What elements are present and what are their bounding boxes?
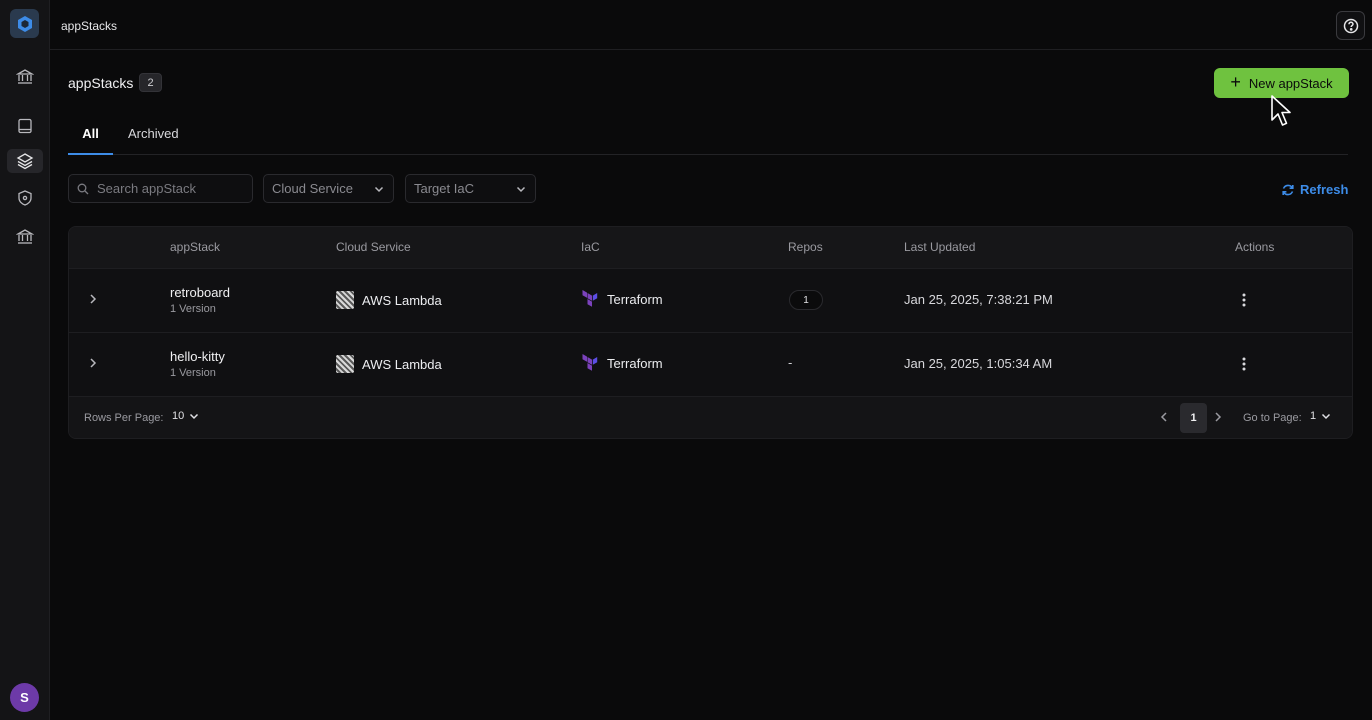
table-header: appStack Cloud Service IaC Repos Last Up…: [69, 227, 1352, 269]
expand-row-button[interactable]: [85, 291, 101, 307]
cloud-service-filter-label: Cloud Service: [272, 181, 353, 196]
page-title: appStacks: [68, 75, 134, 91]
row-actions-button[interactable]: [1235, 291, 1253, 309]
terraform-icon: [582, 354, 598, 371]
chevron-down-icon: [190, 413, 199, 420]
last-updated: Jan 25, 2025, 1:05:34 AM: [904, 356, 1053, 371]
appstack-version: 1 Version: [170, 303, 216, 315]
chevron-right-icon: [90, 294, 97, 304]
cloud-service-cell: AWS Lambda: [336, 355, 442, 373]
terraform-icon: [582, 290, 598, 307]
chevron-right-icon: [90, 358, 97, 368]
help-button[interactable]: [1336, 11, 1365, 40]
chevron-down-icon: [374, 186, 384, 192]
cloud-service-name: AWS Lambda: [362, 292, 442, 308]
top-bar: appStacks: [50, 0, 1372, 50]
tab-bar: All Archived: [68, 126, 1348, 155]
rows-per-page-value: 10: [172, 410, 185, 422]
go-to-page-value: 1: [1310, 410, 1317, 422]
column-header-last-updated[interactable]: Last Updated: [904, 240, 975, 254]
table-row[interactable]: retroboard 1 Version AWS Lambda Terrafor…: [69, 269, 1352, 333]
appstack-name[interactable]: hello-kitty: [170, 349, 225, 364]
search-input[interactable]: [97, 181, 247, 196]
count-badge: 2: [139, 73, 162, 92]
sidebar: S: [0, 0, 50, 720]
tab-archived[interactable]: Archived: [128, 126, 179, 155]
help-icon: [1343, 18, 1358, 33]
sidebar-item-book[interactable]: [13, 114, 37, 138]
mouse-pointer-icon: [1271, 95, 1291, 126]
appstack-name[interactable]: retroboard: [170, 285, 230, 300]
go-to-page-label: Go to Page:: [1243, 412, 1302, 424]
new-appstack-label: New appStack: [1248, 75, 1333, 91]
previous-page-button[interactable]: [1156, 408, 1172, 426]
refresh-label: Refresh: [1300, 182, 1349, 197]
sidebar-item-security[interactable]: [13, 186, 37, 210]
target-iac-filter[interactable]: Target IaC: [405, 174, 536, 203]
chevron-down-icon: [1322, 413, 1331, 420]
column-header-iac[interactable]: IaC: [581, 240, 600, 254]
chevron-left-icon: [1160, 412, 1167, 422]
chevron-down-icon: [516, 186, 526, 192]
tab-all[interactable]: All: [68, 126, 113, 155]
target-iac-filter-label: Target IaC: [414, 181, 474, 196]
search-icon: [77, 183, 89, 194]
next-page-button[interactable]: [1210, 408, 1226, 426]
column-header-actions: Actions: [1235, 240, 1275, 254]
aws-lambda-icon: [336, 291, 354, 309]
column-header-appstack[interactable]: appStack: [170, 240, 220, 254]
repos-count-badge[interactable]: 1: [789, 290, 823, 310]
appstack-table: appStack Cloud Service IaC Repos Last Up…: [68, 226, 1353, 439]
iac-cell: Terraform: [581, 354, 663, 372]
chevron-right-icon: [1215, 412, 1222, 422]
logo-icon: [17, 15, 32, 32]
kebab-icon: [1242, 293, 1246, 307]
cloud-service-name: AWS Lambda: [362, 356, 442, 372]
bank-icon: [16, 229, 34, 244]
row-actions-button[interactable]: [1235, 355, 1253, 373]
sidebar-item-appstacks[interactable]: [7, 149, 43, 173]
last-updated: Jan 25, 2025, 7:38:21 PM: [904, 292, 1053, 307]
repos-count: -: [788, 355, 793, 370]
page-number-button[interactable]: 1: [1180, 403, 1207, 433]
table-footer: Rows Per Page: 10 1 Go to Page: 1: [69, 397, 1352, 438]
sidebar-item-bank-2[interactable]: [13, 225, 37, 249]
layers-icon: [16, 153, 34, 170]
kebab-icon: [1242, 357, 1246, 371]
iac-cell: Terraform: [581, 290, 663, 308]
cloud-service-cell: AWS Lambda: [336, 291, 442, 309]
table-row[interactable]: hello-kitty 1 Version AWS Lambda Terrafo…: [69, 333, 1352, 397]
go-to-page-select[interactable]: 1: [1310, 410, 1332, 422]
iac-name: Terraform: [607, 355, 663, 371]
breadcrumb: appStacks: [61, 19, 118, 33]
appstack-version: 1 Version: [170, 367, 216, 379]
user-avatar[interactable]: S: [10, 683, 39, 712]
expand-row-button[interactable]: [85, 355, 101, 371]
sidebar-item-bank[interactable]: [13, 65, 37, 89]
column-header-repos[interactable]: Repos: [788, 240, 823, 254]
iac-name: Terraform: [607, 291, 663, 307]
rows-per-page-select[interactable]: 10: [172, 410, 200, 422]
bank-icon: [16, 69, 34, 84]
column-header-cloud-service[interactable]: Cloud Service: [336, 240, 411, 254]
cloud-service-filter[interactable]: Cloud Service: [263, 174, 394, 203]
rows-per-page-label: Rows Per Page:: [84, 412, 164, 424]
shield-icon: [18, 190, 32, 206]
app-logo[interactable]: [10, 9, 39, 38]
refresh-icon: [1282, 184, 1294, 195]
search-box: [68, 174, 253, 203]
plus-icon: +: [1230, 72, 1241, 92]
aws-lambda-icon: [336, 355, 354, 373]
refresh-button[interactable]: Refresh: [1281, 182, 1348, 197]
book-icon: [18, 118, 32, 134]
